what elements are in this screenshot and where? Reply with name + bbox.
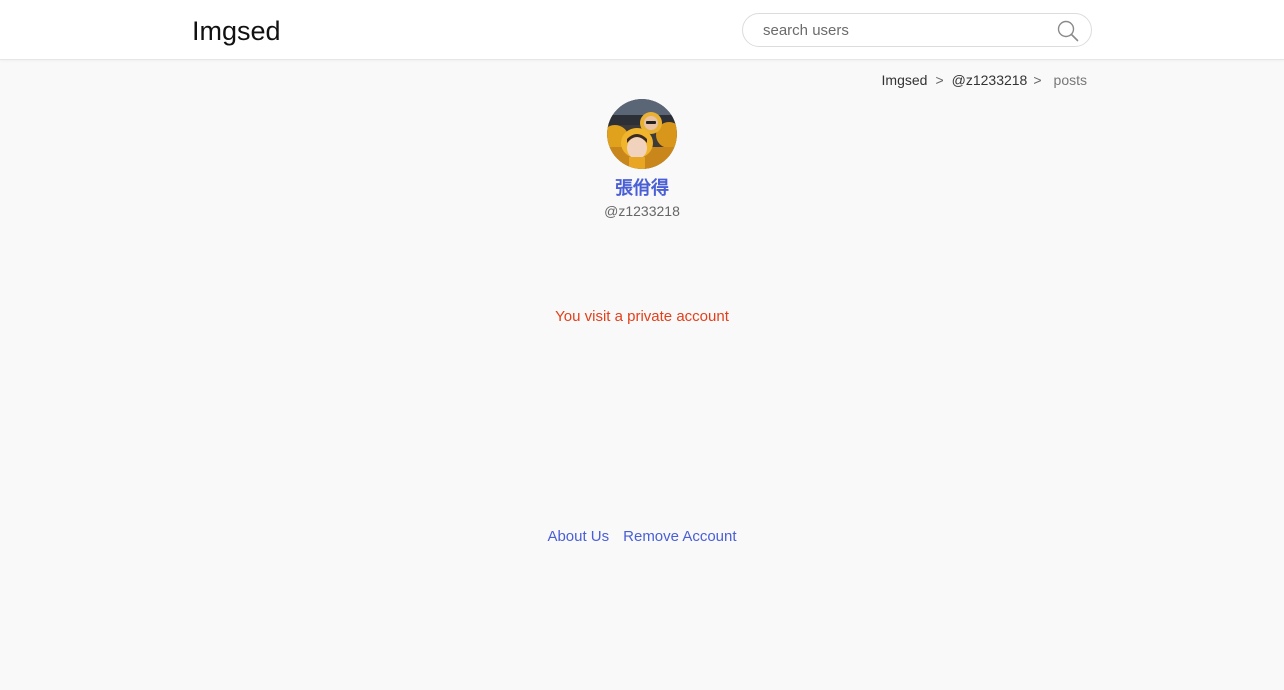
site-logo[interactable]: Imgsed [192,15,281,47]
profile-display-name: 張佾得 [615,178,669,198]
search-box[interactable] [742,13,1092,47]
top-header: Imgsed [0,0,1284,60]
search-input[interactable] [763,14,1053,46]
breadcrumb-user[interactable]: @z1233218 [952,72,1028,88]
private-account-message: You visit a private account [555,308,729,325]
footer: About Us Remove Account [0,527,1284,546]
about-us-link[interactable]: About Us [547,528,609,545]
breadcrumb-current: posts [1053,72,1087,88]
breadcrumb: Imgsed > @z1233218 > posts [882,71,1087,89]
search-icon[interactable] [1057,20,1079,42]
breadcrumb-home[interactable]: Imgsed [882,72,928,88]
avatar[interactable] [607,99,677,169]
remove-account-link[interactable]: Remove Account [623,528,736,545]
profile-username: @z1233218 [604,203,680,219]
breadcrumb-separator: > [1033,72,1042,88]
breadcrumb-separator: > [935,72,944,88]
